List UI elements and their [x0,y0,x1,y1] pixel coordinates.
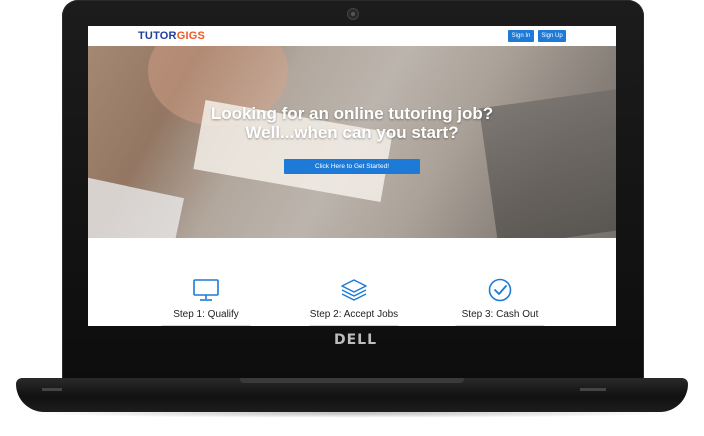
steps-section: Step 1: Qualify Step 2: Accept Jobs Step… [88,238,616,326]
laptop-base [16,378,688,412]
hero-banner: Looking for an online tutoring job? Well… [88,46,616,238]
hero-title-line-1: Looking for an online tutoring job? [210,104,494,123]
site-header: TUTORGIGS Sign In Sign Up [88,26,616,46]
laptop-hinge [240,378,464,383]
hero-photo-tablet [88,175,185,238]
webcam [347,8,359,20]
laptop-port-right [580,388,606,391]
laptop-port-left [42,388,62,391]
step-cash-out: Step 3: Cash Out [430,278,570,326]
step-label: Step 2: Accept Jobs [309,309,399,320]
step-description [309,325,399,326]
logo-part-tutor: TUTOR [138,30,177,42]
hero-title: Looking for an online tutoring job? Well… [88,104,616,142]
layers-icon [341,279,367,301]
sign-in-button[interactable]: Sign In [508,30,534,42]
monitor-icon [193,279,219,301]
laptop-brand-logo: DELL [334,332,378,348]
check-circle-icon [488,278,512,302]
step-label: Step 1: Qualify [173,309,239,320]
site-logo[interactable]: TUTORGIGS [138,31,205,42]
step-label: Step 3: Cash Out [461,309,539,320]
laptop-screen: TUTORGIGS Sign In Sign Up Looking for an… [88,26,616,326]
logo-part-gigs: GIGS [176,30,205,42]
step-accept-jobs: Step 2: Accept Jobs [284,278,424,326]
hero-title-line-2: Well...when can you start? [245,123,459,142]
step-description [161,325,251,326]
get-started-button[interactable]: Click Here to Get Started! [284,159,420,174]
step-description [455,325,545,326]
step-qualify: Step 1: Qualify [136,278,276,326]
sign-up-button[interactable]: Sign Up [538,30,566,42]
